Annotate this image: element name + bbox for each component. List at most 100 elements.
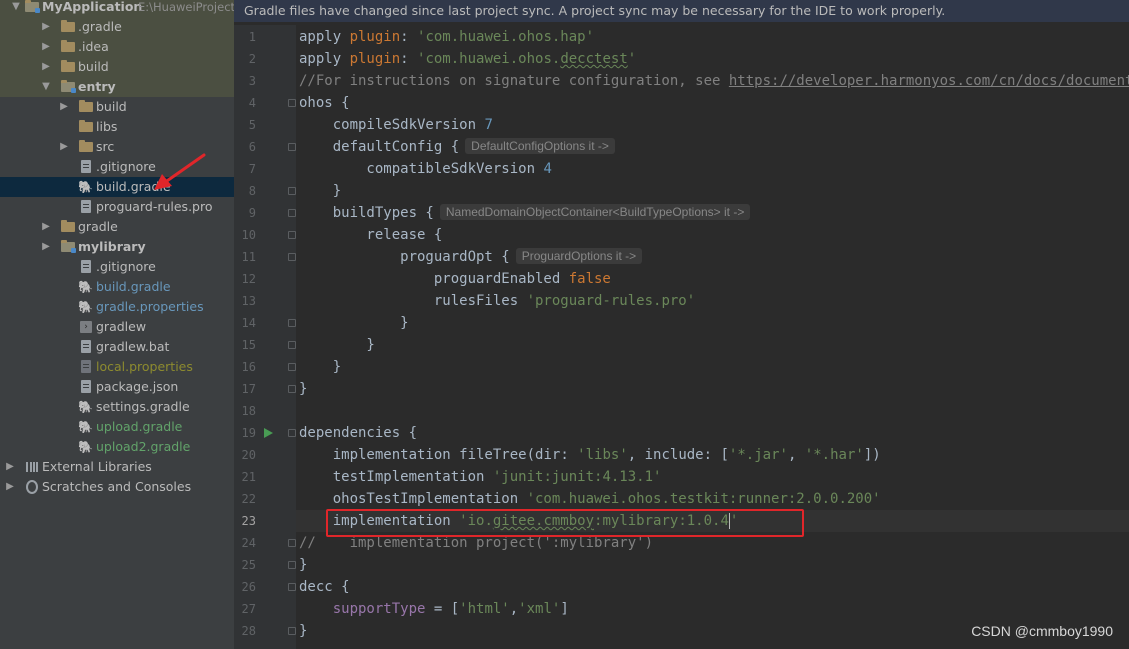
tree-item[interactable]: 🐘 upload2.gradle — [0, 437, 234, 457]
code-token: 'junit:junit:4.13.1' — [492, 469, 662, 485]
tree-item-label: gradlew — [96, 319, 147, 334]
tree-item[interactable]: ▶ .idea — [0, 37, 234, 57]
code-line: rulesFiles 'proguard-rules.pro' — [296, 290, 1129, 312]
fold-marker-icon[interactable] — [288, 627, 296, 635]
tree-item[interactable]: 🐘 build.gradle — [0, 277, 234, 297]
code-token: } — [299, 557, 308, 573]
chevron-right-icon[interactable]: ▶ — [40, 37, 52, 57]
fold-marker-icon[interactable] — [288, 539, 296, 547]
line-number: 3 — [248, 74, 256, 88]
tree-item[interactable]: proguard-rules.pro — [0, 197, 234, 217]
tree-item[interactable]: › gradlew — [0, 317, 234, 337]
tree-item[interactable]: ▶ mylibrary — [0, 237, 234, 257]
tree-item[interactable]: gradlew.bat — [0, 337, 234, 357]
fold-marker-icon[interactable] — [288, 429, 296, 437]
line-number: 13 — [241, 294, 256, 308]
code-line: //For instructions on signature configur… — [296, 70, 1129, 92]
code-editor[interactable]: apply plugin: 'com.huawei.ohos.hap' apply… — [296, 25, 1129, 649]
code-line: release { — [296, 224, 1129, 246]
fold-marker-icon[interactable] — [288, 143, 296, 151]
chevron-right-icon[interactable]: ▶ — [4, 457, 16, 477]
tree-item[interactable]: ▶ gradle — [0, 217, 234, 237]
chevron-down-icon[interactable]: ▼ — [10, 0, 22, 17]
gradle-elephant-icon: 🐘 — [78, 440, 93, 454]
tree-item-label: settings.gradle — [96, 399, 190, 414]
scratches-icon — [24, 477, 40, 497]
code-token: compatibleSdkVersion — [299, 161, 544, 177]
tree-item-label: gradlew.bat — [96, 339, 170, 354]
fold-marker-icon[interactable] — [288, 385, 296, 393]
file-icon — [78, 377, 94, 397]
code-token: dir — [535, 447, 561, 463]
tree-item-label: .gitignore — [96, 259, 156, 274]
chevron-right-icon[interactable]: ▶ — [40, 237, 52, 257]
code-token: } — [299, 623, 308, 639]
code-token: : — [560, 447, 578, 463]
tree-item[interactable]: local.properties — [0, 357, 234, 377]
code-line: decc { — [296, 576, 1129, 598]
code-line: compatibleSdkVersion 4 — [296, 158, 1129, 180]
tree-root[interactable]: ▼ MyApplication E:\HuaweiProject — [0, 0, 234, 17]
line-number: 19 — [241, 426, 256, 440]
run-icon[interactable] — [264, 428, 273, 438]
code-token: implementation fileTree( — [299, 447, 536, 463]
chevron-right-icon[interactable]: ▶ — [40, 17, 52, 37]
code-token: plugin — [349, 51, 401, 67]
tree-item[interactable]: 🐘 gradle.properties — [0, 297, 234, 317]
tree-item[interactable]: .gitignore — [0, 257, 234, 277]
code-token: } — [299, 315, 409, 331]
chevron-right-icon[interactable]: ▶ — [4, 477, 16, 497]
chevron-right-icon[interactable]: ▶ — [58, 137, 70, 157]
fold-marker-icon[interactable] — [288, 99, 296, 107]
line-number: 18 — [241, 404, 256, 418]
tree-item-label: build.gradle — [96, 279, 171, 294]
code-line: proguardOpt {ProguardOptions it -> — [296, 246, 1129, 268]
code-line: proguardEnabled false — [296, 268, 1129, 290]
code-line: } — [296, 334, 1129, 356]
tree-item[interactable]: package.json — [0, 377, 234, 397]
project-tree: ▼ MyApplication E:\HuaweiProject ▶ .gradl… — [0, 0, 234, 649]
tree-item[interactable]: ▶ .gradle — [0, 17, 234, 37]
code-token: testImplementation — [299, 469, 493, 485]
tree-item-label: upload.gradle — [96, 419, 183, 434]
line-number: 11 — [241, 250, 256, 264]
chevron-down-icon[interactable]: ▼ — [40, 77, 52, 97]
tree-item[interactable]: 🐘 settings.gradle — [0, 397, 234, 417]
fold-marker-icon[interactable] — [288, 561, 296, 569]
fold-marker-icon[interactable] — [288, 231, 296, 239]
code-token: = [ — [425, 601, 460, 617]
tree-item[interactable]: ▶ build — [0, 57, 234, 77]
fold-marker-icon[interactable] — [288, 341, 296, 349]
tree-item[interactable]: 🐘 upload.gradle — [0, 417, 234, 437]
code-token: 'libs' — [577, 447, 628, 463]
fold-marker-icon[interactable] — [288, 583, 296, 591]
line-number: 8 — [248, 184, 256, 198]
chevron-right-icon[interactable]: ▶ — [40, 217, 52, 237]
line-number: 26 — [241, 580, 256, 594]
fold-marker-icon[interactable] — [288, 187, 296, 195]
tree-item[interactable]: ▼ entry — [0, 77, 234, 97]
tree-item-label: proguard-rules.pro — [96, 199, 213, 214]
code-token: release { — [299, 227, 443, 243]
code-line: } — [296, 356, 1129, 378]
fold-marker-icon[interactable] — [288, 319, 296, 327]
fold-marker-icon[interactable] — [288, 253, 296, 261]
tree-item-label: .idea — [78, 39, 109, 54]
fold-marker-icon[interactable] — [288, 363, 296, 371]
code-token: // implementation project(':mylibrary') — [299, 535, 654, 551]
chevron-right-icon[interactable]: ▶ — [58, 97, 70, 117]
line-number: 28 — [241, 624, 256, 638]
tree-item-label: local.properties — [96, 359, 193, 374]
tree-item[interactable]: libs — [0, 117, 234, 137]
code-token: //For instructions on signature configur… — [299, 73, 729, 89]
libraries-icon — [24, 457, 40, 477]
tree-item[interactable]: ▶ build — [0, 97, 234, 117]
code-token: '*.har' — [804, 447, 864, 463]
file-icon — [78, 157, 94, 177]
code-token: '*.jar' — [728, 447, 788, 463]
chevron-right-icon[interactable]: ▶ — [40, 57, 52, 77]
fold-marker-icon[interactable] — [288, 209, 296, 217]
tree-item[interactable]: ▶ External Libraries — [0, 457, 234, 477]
tree-item[interactable]: ▶ Scratches and Consoles — [0, 477, 234, 497]
